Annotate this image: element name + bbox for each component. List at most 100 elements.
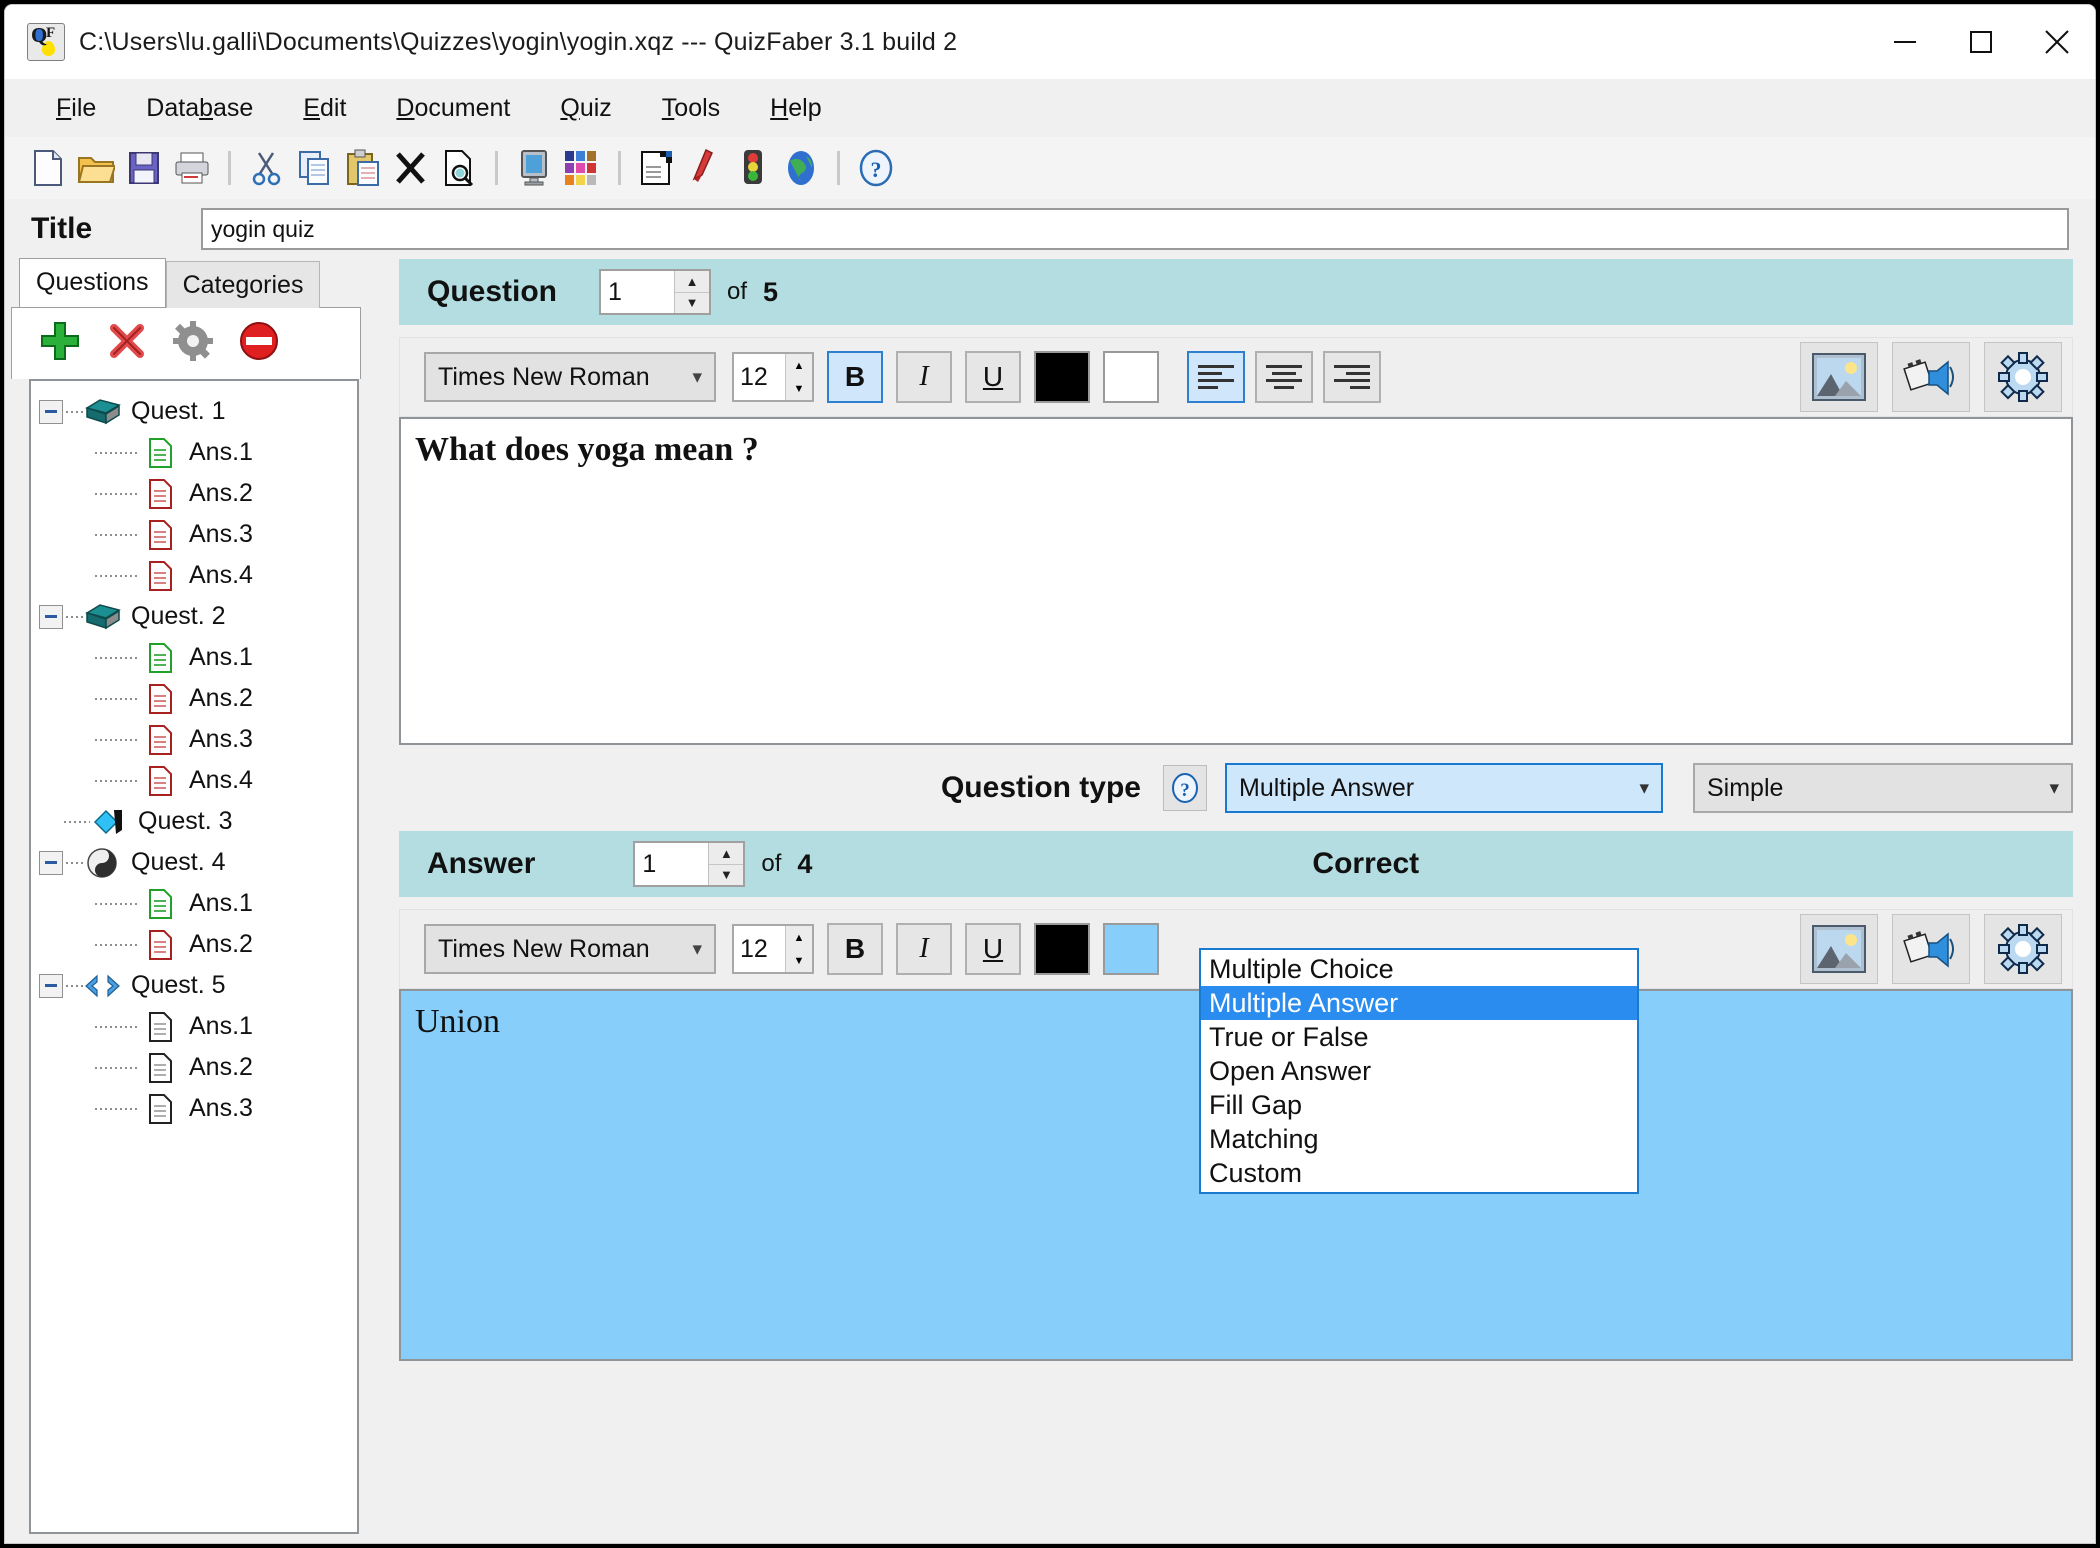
question-tree[interactable]: Quest. 1 Ans.1 Ans.2 Ans.3 Ans.4 Quest. … bbox=[29, 379, 359, 1534]
tree-node-question[interactable]: Quest. 5 bbox=[31, 965, 357, 1006]
tab-categories[interactable]: Categories bbox=[165, 261, 321, 308]
dropdown-option-multiple-choice[interactable]: Multiple Choice bbox=[1201, 952, 1637, 986]
answer-underline-button[interactable]: U bbox=[965, 923, 1021, 975]
answer-background-color-swatch[interactable] bbox=[1103, 923, 1159, 975]
tab-questions[interactable]: Questions bbox=[19, 258, 166, 307]
tree-node-answer[interactable]: Ans.1 bbox=[31, 883, 357, 924]
spinner-up-icon[interactable]: ▲ bbox=[786, 354, 812, 377]
tree-node-answer[interactable]: Ans.1 bbox=[31, 1006, 357, 1047]
question-align-left-button[interactable] bbox=[1187, 351, 1245, 403]
tree-node-answer[interactable]: Ans.2 bbox=[31, 1047, 357, 1088]
traffic-light-icon[interactable] bbox=[730, 145, 776, 191]
answer-fontsize-stepper[interactable]: 12 ▲ ▼ bbox=[732, 924, 814, 974]
spinner-up-icon[interactable]: ▲ bbox=[675, 271, 710, 293]
tree-node-answer[interactable]: Ans.2 bbox=[31, 678, 357, 719]
answer-bold-button[interactable]: B bbox=[827, 923, 883, 975]
delete-icon[interactable] bbox=[106, 320, 148, 367]
check-pen-icon[interactable] bbox=[682, 145, 728, 191]
question-fontsize-value[interactable]: 12 bbox=[734, 354, 785, 400]
tree-node-question[interactable]: Quest. 4 bbox=[31, 842, 357, 883]
question-font-select[interactable]: Times New Roman ▾ bbox=[424, 352, 716, 402]
tree-node-answer[interactable]: Ans.4 bbox=[31, 555, 357, 596]
dropdown-option-true-or-false[interactable]: True or False bbox=[1201, 1020, 1637, 1054]
question-align-center-button[interactable] bbox=[1255, 351, 1313, 403]
insert-image-icon[interactable] bbox=[1800, 914, 1878, 984]
spinner-down-icon[interactable]: ▼ bbox=[675, 293, 709, 314]
expander-collapse-icon[interactable] bbox=[39, 973, 63, 998]
answer-font-select[interactable]: Times New Roman ▾ bbox=[424, 924, 716, 974]
question-bold-button[interactable]: B bbox=[827, 351, 883, 403]
answer-foreground-color-swatch[interactable] bbox=[1034, 923, 1090, 975]
tree-node-answer[interactable]: Ans.4 bbox=[31, 760, 357, 801]
insert-media-icon[interactable] bbox=[1892, 342, 1970, 412]
answer-italic-button[interactable]: I bbox=[896, 923, 952, 975]
answer-index-value[interactable]: 1 bbox=[635, 843, 708, 885]
maximize-icon[interactable] bbox=[1943, 5, 2019, 79]
minimize-icon[interactable] bbox=[1867, 5, 1943, 79]
new-document-icon[interactable] bbox=[25, 145, 71, 191]
menu-database[interactable]: Database bbox=[121, 88, 278, 129]
spinner-down-icon[interactable]: ▼ bbox=[786, 949, 812, 972]
tree-node-answer[interactable]: Ans.1 bbox=[31, 637, 357, 678]
quiz-title-input[interactable]: yogin quiz bbox=[201, 208, 2069, 250]
expander-collapse-icon[interactable] bbox=[39, 399, 63, 424]
insert-image-icon[interactable] bbox=[1800, 342, 1878, 412]
question-text-editor[interactable]: What does yoga mean ? bbox=[399, 417, 2073, 745]
add-icon[interactable] bbox=[38, 319, 82, 368]
paste-icon[interactable] bbox=[340, 145, 386, 191]
tree-node-answer[interactable]: Ans.2 bbox=[31, 473, 357, 514]
question-underline-button[interactable]: U bbox=[965, 351, 1021, 403]
question-fontsize-stepper[interactable]: 12 ▲ ▼ bbox=[732, 352, 814, 402]
spinner-up-icon[interactable]: ▲ bbox=[709, 843, 744, 865]
question-index-stepper[interactable]: 1 ▲ ▼ bbox=[599, 269, 712, 315]
spinner-up-icon[interactable]: ▲ bbox=[786, 926, 812, 949]
tree-node-question[interactable]: Quest. 1 bbox=[31, 391, 357, 432]
globe-icon[interactable] bbox=[778, 145, 824, 191]
menu-help[interactable]: Help bbox=[745, 88, 846, 129]
question-type-dropdown-list[interactable]: Multiple Choice Multiple Answer True or … bbox=[1199, 948, 1639, 1194]
dropdown-option-fill-gap[interactable]: Fill Gap bbox=[1201, 1088, 1637, 1122]
properties-icon[interactable] bbox=[634, 145, 680, 191]
insert-media-icon[interactable] bbox=[1892, 914, 1970, 984]
answer-settings-gear-icon[interactable] bbox=[1984, 914, 2062, 984]
save-icon[interactable] bbox=[121, 145, 167, 191]
menu-tools[interactable]: Tools bbox=[637, 88, 745, 129]
tree-node-question[interactable]: Quest. 3 bbox=[31, 801, 357, 842]
help-circle-icon[interactable]: ? bbox=[1163, 765, 1207, 811]
answer-fontsize-value[interactable]: 12 bbox=[734, 926, 785, 972]
question-settings-gear-icon[interactable] bbox=[1984, 342, 2062, 412]
dropdown-option-multiple-answer[interactable]: Multiple Answer bbox=[1201, 986, 1637, 1020]
delete-icon[interactable] bbox=[388, 145, 434, 191]
menu-file[interactable]: File bbox=[31, 88, 121, 129]
dropdown-option-custom[interactable]: Custom bbox=[1201, 1156, 1637, 1190]
help-icon[interactable]: ? bbox=[853, 145, 899, 191]
preview-icon[interactable] bbox=[436, 145, 482, 191]
settings-gear-icon[interactable] bbox=[172, 320, 214, 367]
color-palette-icon[interactable] bbox=[559, 145, 605, 191]
dropdown-option-open-answer[interactable]: Open Answer bbox=[1201, 1054, 1637, 1088]
cut-icon[interactable] bbox=[244, 145, 290, 191]
question-mode-combobox[interactable]: Simple ▾ bbox=[1693, 763, 2073, 813]
copy-icon[interactable] bbox=[292, 145, 338, 191]
tree-node-answer[interactable]: Ans.3 bbox=[31, 1088, 357, 1129]
menu-document[interactable]: Document bbox=[371, 88, 535, 129]
question-type-combobox[interactable]: Multiple Answer ▾ bbox=[1225, 763, 1663, 813]
menu-quiz[interactable]: Quiz bbox=[535, 88, 636, 129]
monitor-icon[interactable] bbox=[511, 145, 557, 191]
tree-node-question[interactable]: Quest. 2 bbox=[31, 596, 357, 637]
question-align-right-button[interactable] bbox=[1323, 351, 1381, 403]
expander-collapse-icon[interactable] bbox=[39, 850, 63, 875]
open-folder-icon[interactable] bbox=[73, 145, 119, 191]
answer-index-stepper[interactable]: 1 ▲ ▼ bbox=[633, 841, 746, 887]
tree-node-answer[interactable]: Ans.2 bbox=[31, 924, 357, 965]
answer-correct-label[interactable]: Correct bbox=[1312, 847, 1419, 881]
question-background-color-swatch[interactable] bbox=[1103, 351, 1159, 403]
tree-node-answer[interactable]: Ans.3 bbox=[31, 514, 357, 555]
no-entry-icon[interactable] bbox=[238, 320, 280, 367]
question-foreground-color-swatch[interactable] bbox=[1034, 351, 1090, 403]
question-index-arrows[interactable]: ▲ ▼ bbox=[674, 271, 710, 314]
close-icon[interactable] bbox=[2019, 5, 2095, 79]
spinner-down-icon[interactable]: ▼ bbox=[786, 377, 812, 400]
question-index-value[interactable]: 1 bbox=[601, 271, 674, 313]
print-icon[interactable] bbox=[169, 145, 215, 191]
